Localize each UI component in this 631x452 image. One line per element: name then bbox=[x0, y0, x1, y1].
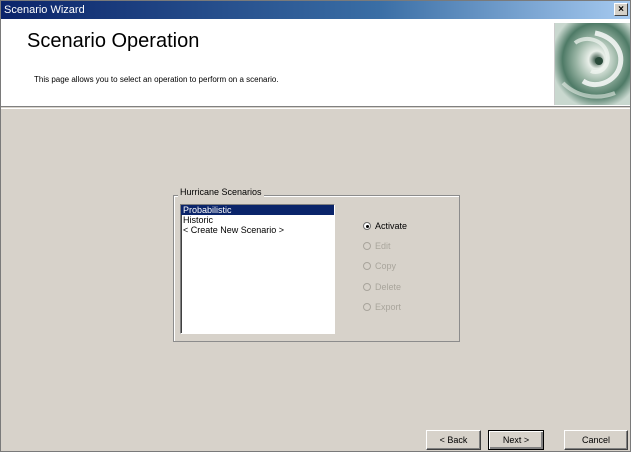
next-button[interactable]: Next > bbox=[488, 430, 544, 450]
hurricane-icon bbox=[555, 23, 630, 105]
radio-icon bbox=[363, 283, 371, 291]
radio-label: Copy bbox=[375, 261, 397, 271]
group-label: Hurricane Scenarios bbox=[178, 187, 264, 197]
radio-activate[interactable]: Activate bbox=[363, 220, 407, 232]
list-item[interactable]: Historic bbox=[181, 215, 334, 225]
window-title: Scenario Wizard bbox=[4, 4, 85, 16]
radio-label: Activate bbox=[375, 221, 408, 231]
radio-icon bbox=[363, 303, 371, 311]
page-title: Scenario Operation bbox=[27, 30, 200, 52]
title-bar[interactable]: Scenario Wizard × bbox=[1, 1, 630, 19]
radio-selected-icon[interactable] bbox=[363, 222, 371, 230]
radio-icon bbox=[363, 262, 371, 270]
scenario-wizard-window: Scenario Wizard × Scenario Operation Thi… bbox=[0, 0, 631, 452]
radio-edit: Edit bbox=[363, 240, 391, 252]
page-description: This page allows you to select an operat… bbox=[34, 75, 279, 84]
list-item[interactable]: < Create New Scenario > bbox=[181, 225, 334, 235]
list-item[interactable]: Probabilistic bbox=[181, 205, 334, 215]
radio-label: Delete bbox=[375, 282, 402, 292]
radio-delete: Delete bbox=[363, 281, 401, 293]
radio-icon bbox=[363, 242, 371, 250]
hurricane-satellite-image bbox=[554, 23, 630, 105]
close-icon[interactable]: × bbox=[614, 3, 628, 16]
wizard-header: Scenario Operation This page allows you … bbox=[1, 19, 630, 107]
radio-label: Export bbox=[375, 302, 402, 312]
cancel-button[interactable]: Cancel bbox=[564, 430, 628, 450]
back-button[interactable]: < Back bbox=[426, 430, 481, 450]
radio-copy: Copy bbox=[363, 260, 396, 272]
radio-label: Edit bbox=[375, 241, 391, 251]
header-divider bbox=[1, 108, 630, 109]
radio-export: Export bbox=[363, 301, 401, 313]
scenario-list[interactable]: Probabilistic Historic < Create New Scen… bbox=[180, 204, 335, 334]
